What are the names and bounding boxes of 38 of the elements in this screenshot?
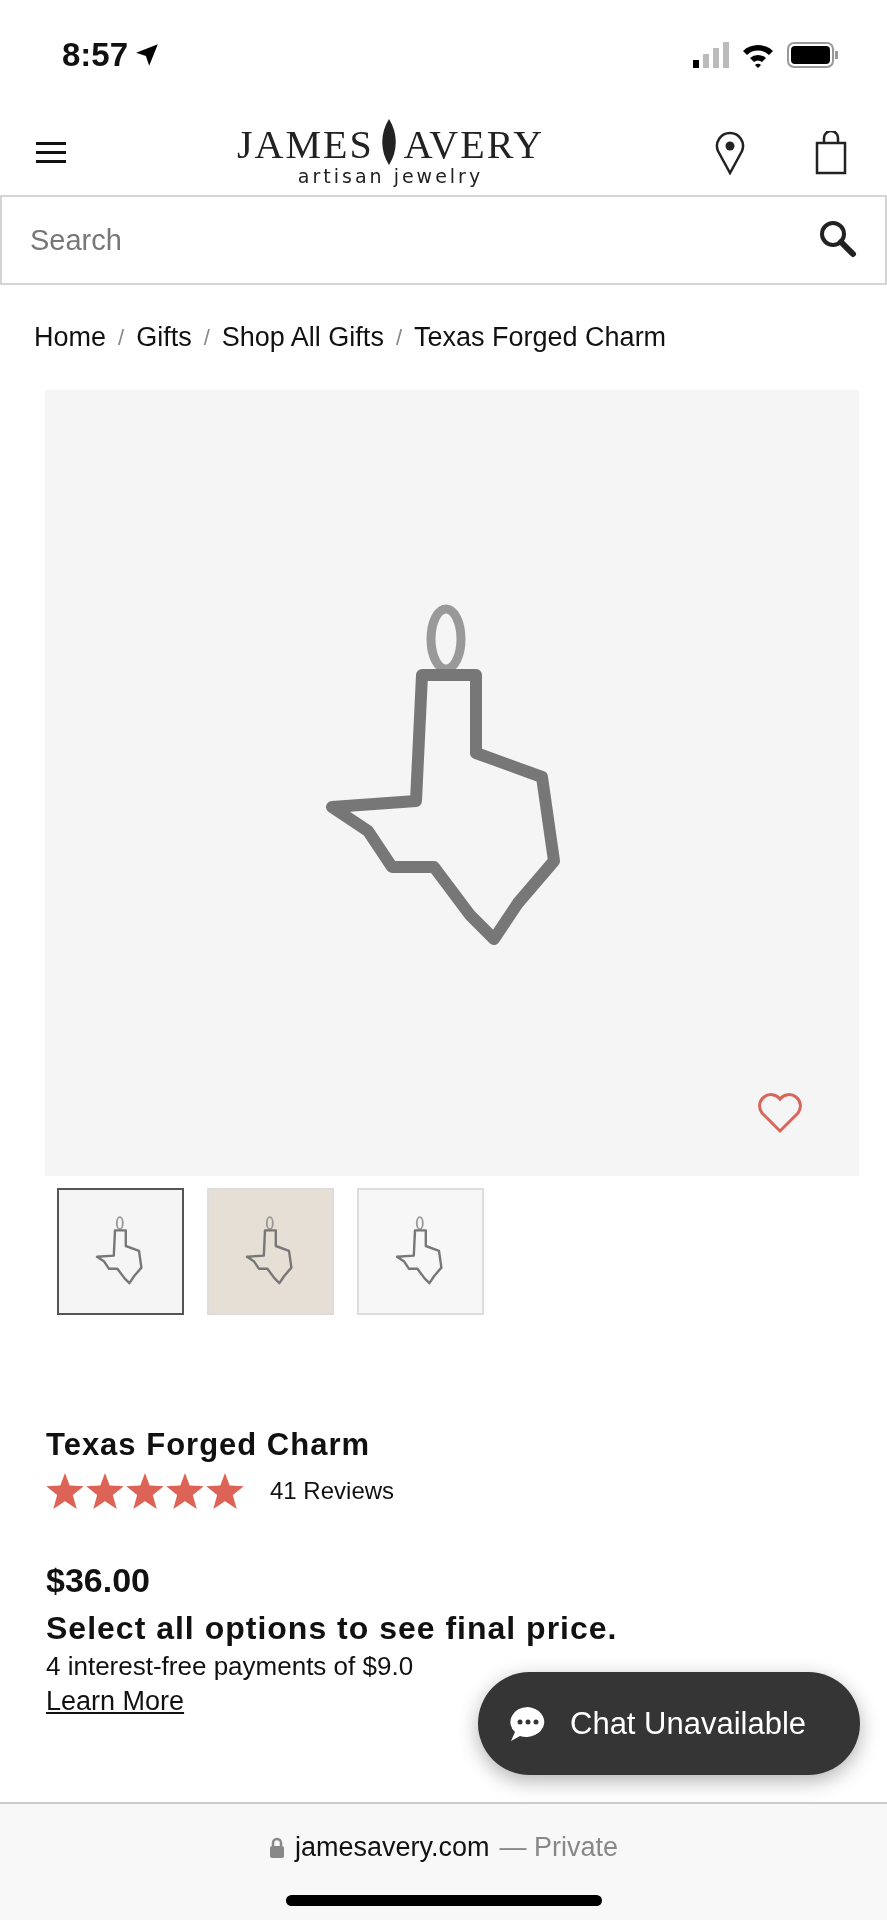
logo-wordmark: AVERY xyxy=(403,124,545,165)
learn-more-link[interactable]: Learn More xyxy=(46,1686,185,1717)
star-icon xyxy=(206,1473,244,1509)
chat-button[interactable]: Chat Unavailable xyxy=(478,1672,860,1775)
clock: 8:57 xyxy=(62,36,161,74)
star-icon xyxy=(86,1473,124,1509)
location-pin-icon[interactable] xyxy=(715,130,745,175)
installments-text: 4 interest-free payments of $9.0 xyxy=(46,1651,415,1682)
breadcrumb-link[interactable]: Home xyxy=(34,322,107,353)
breadcrumb-link[interactable]: Gifts xyxy=(136,322,192,353)
product-title: Texas Forged Charm xyxy=(46,1427,372,1463)
logo-tagline: artisan jewelry xyxy=(297,164,484,187)
browsing-mode: — Private xyxy=(499,1832,619,1863)
star-icon xyxy=(166,1473,204,1509)
star-icon xyxy=(46,1473,84,1509)
review-count[interactable]: 41 Reviews xyxy=(270,1477,395,1505)
logo-wordmark: JAMES xyxy=(236,124,374,165)
breadcrumb-link[interactable]: Texas Forged Charm xyxy=(414,322,667,353)
breadcrumb-separator: / xyxy=(395,324,402,351)
signal-icon xyxy=(693,42,729,68)
breadcrumb-separator: / xyxy=(203,324,210,351)
search-icon[interactable] xyxy=(817,218,857,258)
heart-icon[interactable] xyxy=(757,1092,803,1134)
url-domain[interactable]: jamesavery.com xyxy=(294,1832,490,1863)
product-thumbnail[interactable] xyxy=(57,1188,184,1315)
breadcrumb-link[interactable]: Shop All Gifts xyxy=(221,322,384,353)
product-price: $36.00 xyxy=(46,1561,151,1600)
shopping-bag-icon[interactable] xyxy=(815,130,847,175)
price-note: Select all options to see final price. xyxy=(46,1610,619,1647)
flame-icon xyxy=(379,118,398,165)
wifi-icon xyxy=(741,42,775,68)
lock-icon xyxy=(268,1836,285,1859)
breadcrumb-separator: / xyxy=(118,324,125,351)
search-field[interactable]: Search xyxy=(0,195,887,285)
menu-icon[interactable] xyxy=(36,140,66,165)
star-icon xyxy=(126,1473,164,1509)
battery-icon xyxy=(787,42,839,68)
location-arrow-icon xyxy=(134,42,161,68)
